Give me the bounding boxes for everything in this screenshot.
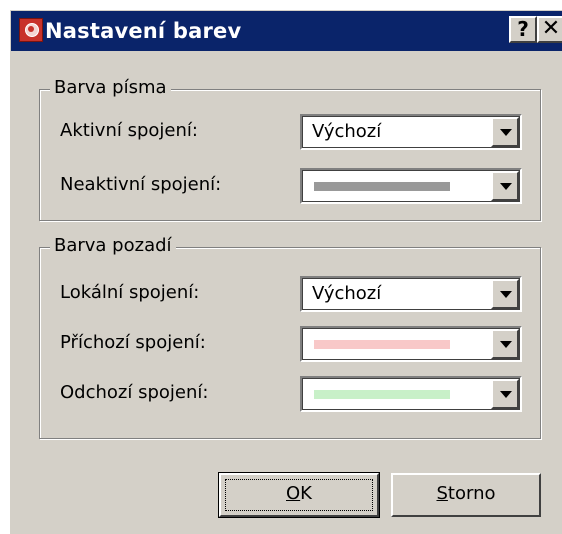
incoming-connection-label: Příchozí spojení: — [60, 332, 206, 353]
font-color-legend: Barva písma — [50, 77, 171, 98]
cancel-button[interactable]: Storno — [391, 473, 541, 517]
chevron-down-icon[interactable] — [491, 171, 519, 201]
chevron-down-icon[interactable] — [491, 117, 519, 147]
help-button[interactable]: ? — [509, 16, 537, 43]
focus-rectangle — [225, 479, 373, 511]
inactive-connection-label: Neaktivní spojení: — [60, 174, 222, 195]
local-connection-color-select[interactable]: Výchozí — [300, 276, 522, 312]
ok-button[interactable]: OK — [218, 472, 380, 518]
chevron-down-icon[interactable] — [491, 279, 519, 309]
background-color-group: Barva pozadí Lokální spojení: Výchozí Př… — [39, 235, 541, 439]
color-settings-dialog: Nastavení barev ? ✕ Barva písma Aktivní … — [10, 10, 562, 534]
title-bar[interactable]: Nastavení barev ? ✕ — [11, 11, 562, 51]
incoming-connection-color-select[interactable] — [300, 326, 522, 362]
app-icon — [19, 18, 43, 42]
local-connection-label: Lokální spojení: — [60, 282, 200, 303]
cancel-mnemonic: S — [436, 483, 448, 504]
close-button[interactable]: ✕ — [537, 16, 562, 43]
font-color-group: Barva písma Aktivní spojení: Výchozí Nea… — [39, 77, 541, 221]
chevron-down-icon[interactable] — [491, 329, 519, 359]
local-connection-value: Výchozí — [312, 283, 382, 304]
incoming-color-swatch — [314, 340, 450, 349]
inactive-connection-color-select[interactable] — [300, 168, 522, 204]
chevron-down-icon[interactable] — [491, 379, 519, 409]
active-connection-label: Aktivní spojení: — [60, 120, 198, 141]
background-color-legend: Barva pozadí — [50, 235, 176, 256]
dialog-title: Nastavení barev — [45, 19, 242, 43]
outgoing-connection-color-select[interactable] — [300, 376, 522, 412]
active-connection-value: Výchozí — [312, 121, 382, 142]
outgoing-color-swatch — [314, 390, 450, 399]
inactive-color-swatch — [314, 182, 450, 191]
active-connection-color-select[interactable]: Výchozí — [300, 114, 522, 150]
outgoing-connection-label: Odchozí spojení: — [60, 382, 209, 403]
cancel-label-rest: torno — [447, 483, 496, 504]
